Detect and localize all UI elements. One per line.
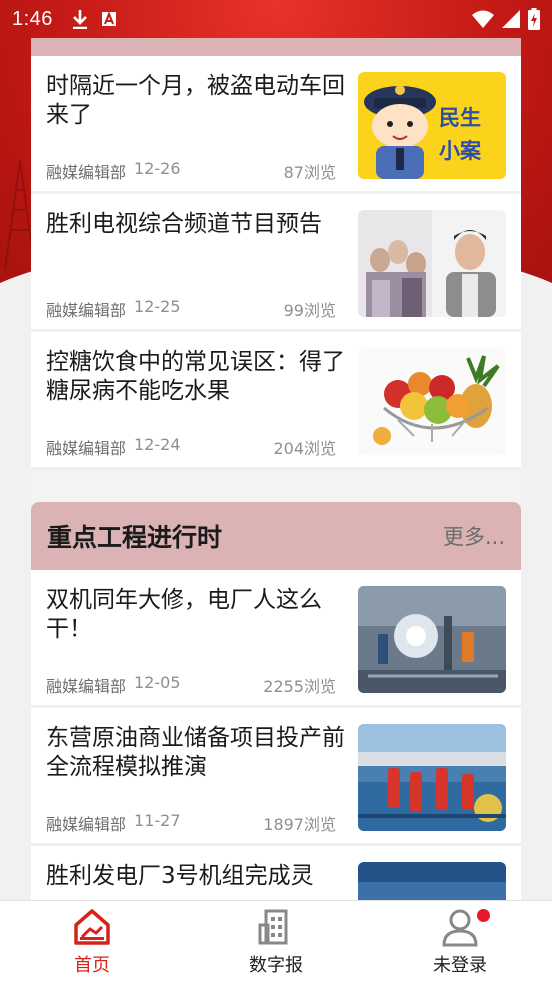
building-icon: [258, 909, 288, 945]
home-icon: [74, 909, 110, 945]
nav-profile-label: 未登录: [433, 955, 487, 976]
news-meta: 融媒编辑部 12-24 204浏览: [46, 435, 336, 459]
news-item[interactable]: 双机同年大修，电厂人这么干！ 融媒编辑部 12-05 2255浏览: [31, 570, 521, 708]
news-title: 控糖饮食中的常见误区：得了糖尿病不能吃水果: [46, 349, 345, 404]
app-notification-icon: [101, 11, 116, 26]
news-item[interactable]: 胜利电视综合频道节目预告 融媒编辑部 12-25 99浏览: [31, 194, 521, 332]
nav-profile[interactable]: 未登录: [368, 901, 552, 983]
user-icon: [442, 909, 478, 947]
news-title: 东营原油商业储备项目投产前全流程模拟推演: [46, 725, 345, 780]
more-link[interactable]: 更多...: [443, 521, 505, 551]
news-feed[interactable]: 时隔近一个月，被盗电动车回来了 融媒编辑部 12-26 87浏览 民生 小案 胜…: [31, 38, 521, 900]
nav-home-label: 首页: [74, 955, 110, 976]
news-thumbnail: [358, 724, 506, 831]
news-item[interactable]: 时隔近一个月，被盗电动车回来了 融媒编辑部 12-26 87浏览 民生 小案: [31, 56, 521, 194]
status-bar: 1:46: [0, 0, 552, 38]
news-date: 12-24: [134, 435, 181, 454]
news-thumbnail: 民生 小案: [358, 72, 506, 179]
news-source: 融媒编辑部: [46, 677, 127, 696]
power-unit-image: [358, 862, 506, 900]
news-views: 204浏览: [273, 439, 336, 458]
news-thumbnail: [358, 586, 506, 693]
news-thumbnail: [358, 862, 506, 900]
news-item[interactable]: 控糖饮食中的常见误区：得了糖尿病不能吃水果 融媒编辑部 12-24 204浏览: [31, 332, 521, 470]
news-views: 99浏览: [283, 301, 336, 320]
news-views: 87浏览: [283, 163, 336, 182]
news-title: 胜利发电厂3号机组完成灵: [46, 863, 314, 889]
news-views: 2255浏览: [263, 677, 336, 696]
news-item[interactable]: 东营原油商业储备项目投产前全流程模拟推演 融媒编辑部 11-27 1897浏览: [31, 708, 521, 846]
thumb-caption-1: 民生: [439, 106, 481, 130]
section-header-remnant: [31, 38, 521, 56]
news-source: 融媒编辑部: [46, 301, 127, 320]
bottom-navigation: 首页 数字报 未登录: [0, 900, 552, 983]
news-title: 胜利电视综合频道节目预告: [46, 211, 322, 237]
news-meta: 融媒编辑部 12-05 2255浏览: [46, 673, 336, 697]
battery-icon: [528, 8, 540, 30]
news-item[interactable]: 胜利发电厂3号机组完成灵: [31, 846, 521, 900]
news-date: 11-27: [134, 811, 181, 830]
news-date: 12-25: [134, 297, 181, 316]
news-meta: 融媒编辑部 12-25 99浏览: [46, 297, 336, 321]
news-meta: 融媒编辑部 11-27 1897浏览: [46, 811, 336, 835]
fruit-basket-image: [373, 355, 500, 445]
tv-poster-image: [358, 210, 506, 317]
news-source: 融媒编辑部: [46, 815, 127, 834]
nav-home[interactable]: 首页: [0, 901, 184, 983]
nav-digital-paper[interactable]: 数字报: [184, 901, 368, 983]
news-thumbnail: [358, 348, 506, 455]
news-date: 12-05: [134, 673, 181, 692]
news-title: 双机同年大修，电厂人这么干！: [46, 587, 322, 642]
oil-facility-image: [358, 724, 506, 831]
section-header: 重点工程进行时 更多...: [31, 502, 521, 570]
section-spacer: [31, 470, 521, 502]
nav-digital-paper-label: 数字报: [249, 955, 303, 976]
news-meta: 融媒编辑部 12-26 87浏览: [46, 159, 336, 183]
thumb-caption-2: 小案: [439, 139, 482, 163]
news-views: 1897浏览: [263, 815, 336, 834]
news-date: 12-26: [134, 159, 181, 178]
news-thumbnail: [358, 210, 506, 317]
status-time: 1:46: [12, 7, 53, 30]
section-title: 重点工程进行时: [47, 523, 223, 552]
notification-badge: [477, 909, 490, 922]
wifi-icon: [472, 10, 494, 28]
news-source: 融媒编辑部: [46, 439, 127, 458]
download-icon: [72, 10, 87, 29]
news-source: 融媒编辑部: [46, 163, 127, 182]
power-plant-repair-image: [358, 586, 506, 693]
news-title: 时隔近一个月，被盗电动车回来了: [46, 73, 345, 128]
signal-icon: [502, 10, 520, 28]
police-cartoon-image: 民生 小案: [364, 85, 482, 179]
